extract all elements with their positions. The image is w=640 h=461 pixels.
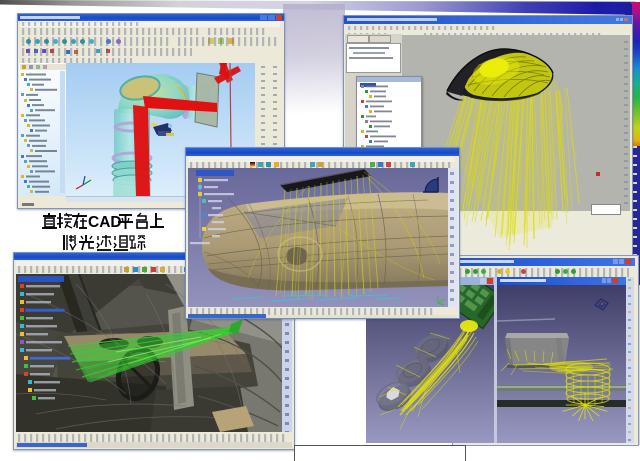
svg-text:CAD: CAD xyxy=(88,214,122,231)
